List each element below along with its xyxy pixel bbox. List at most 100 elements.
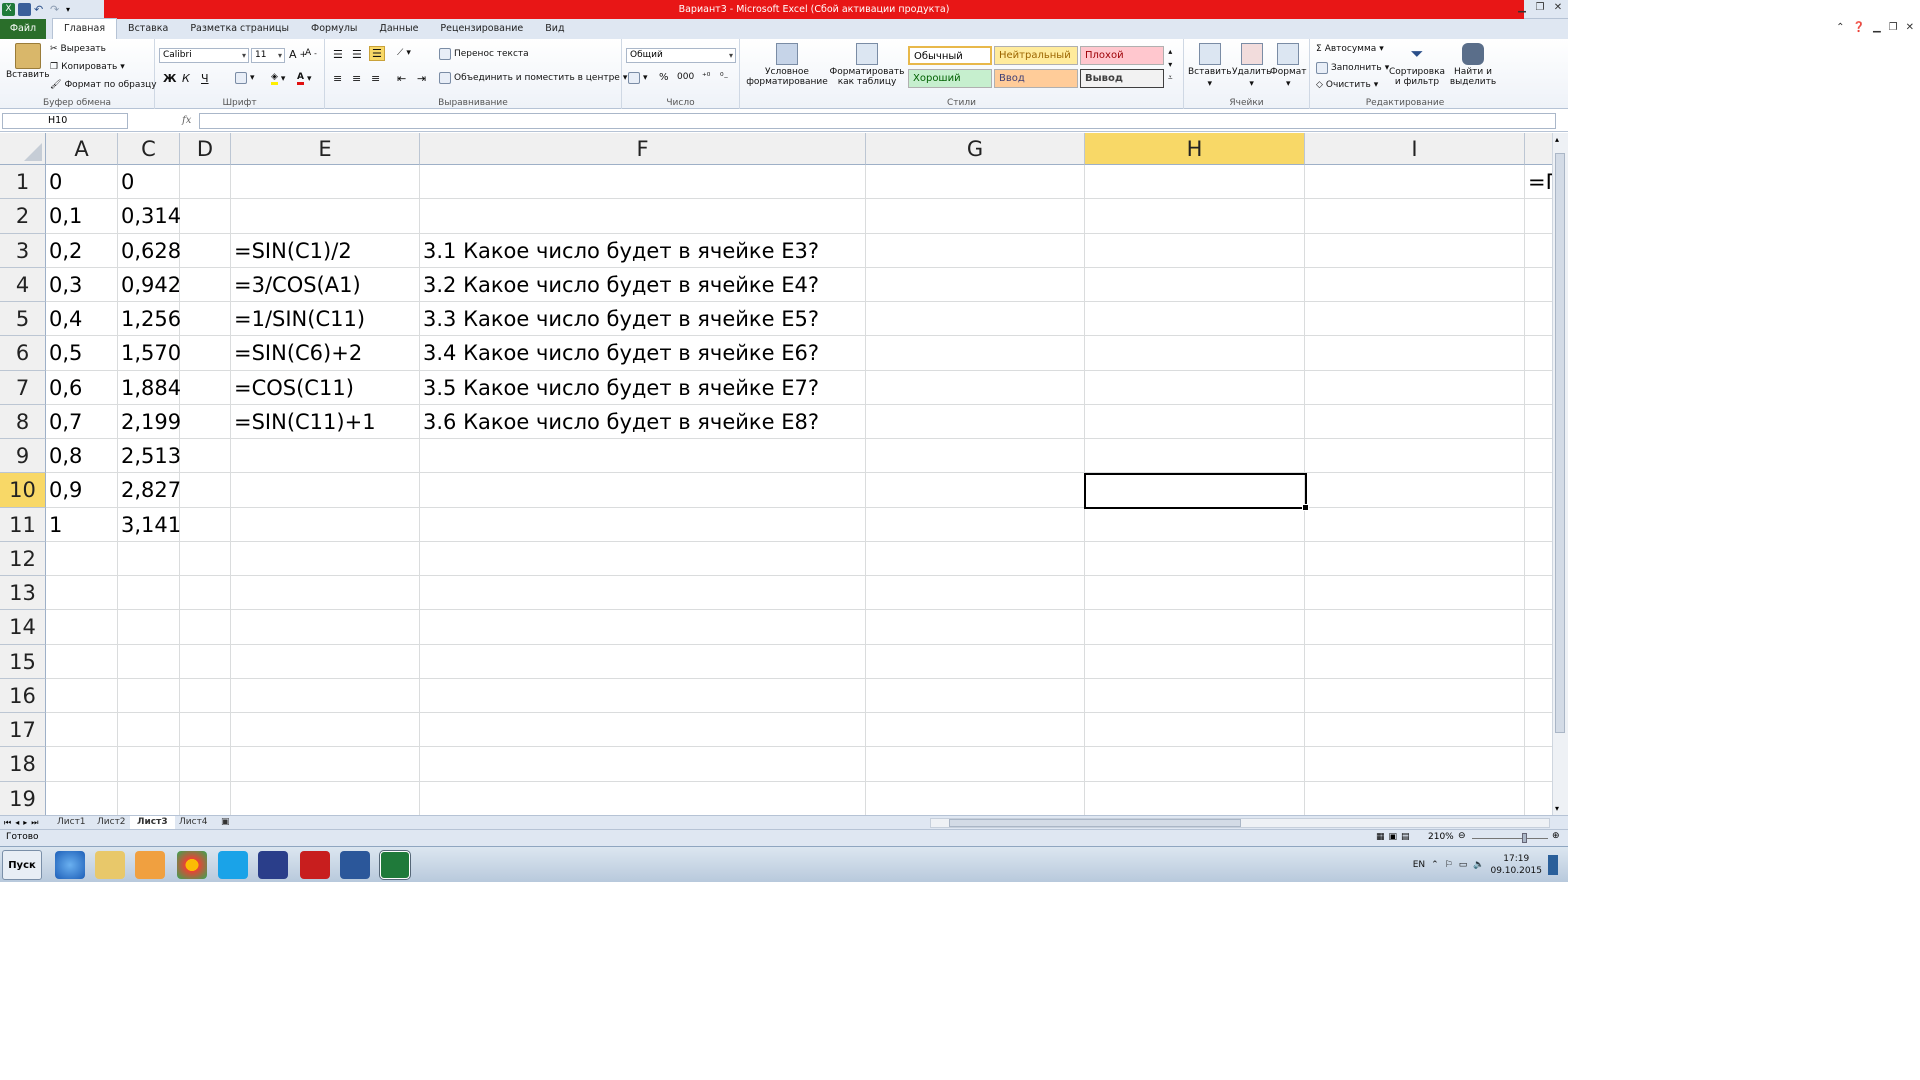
style-good[interactable]: Хороший — [908, 69, 992, 88]
cell-a9[interactable]: 0,8 — [46, 439, 82, 473]
decrease-decimal-button[interactable]: ⁰₋ — [720, 72, 728, 82]
cell-e7[interactable]: =COS(C11) — [231, 371, 354, 405]
tray-arrow-icon[interactable]: ⌃ — [1431, 860, 1439, 870]
sheet-tab-2[interactable]: Лист2 — [90, 816, 133, 829]
style-normal[interactable]: Обычный — [908, 46, 992, 65]
cell-a10[interactable]: 0,9 — [46, 473, 82, 507]
font-color-button[interactable]: A ▾ — [297, 72, 312, 85]
row-header[interactable]: 12 — [0, 541, 46, 576]
cell-c8[interactable]: 2,199 — [118, 405, 181, 439]
orientation-button[interactable]: ⟋ ▾ — [397, 48, 411, 58]
autosum-button[interactable]: Σ Автосумма ▾ — [1316, 44, 1384, 54]
column-header-i[interactable]: I — [1305, 133, 1525, 165]
delete-cells-button[interactable]: Удалить ▾ — [1232, 43, 1271, 89]
thousands-button[interactable]: 000 — [677, 72, 694, 82]
cell-f6[interactable]: 3.4 Какое число будет в ячейке E6? — [420, 336, 819, 370]
cell-a8[interactable]: 0,7 — [46, 405, 82, 439]
cell-a6[interactable]: 0,5 — [46, 336, 82, 370]
zoom-slider-thumb[interactable] — [1522, 833, 1527, 843]
cell-a3[interactable]: 0,2 — [46, 234, 82, 268]
sheet-tab-4[interactable]: Лист4 — [172, 816, 215, 829]
align-left-button[interactable]: ≡ — [333, 72, 342, 85]
tab-view[interactable]: Вид — [534, 19, 575, 39]
wrap-text-button[interactable]: Перенос текста — [439, 48, 529, 60]
language-indicator[interactable]: EN — [1413, 860, 1425, 870]
sheet-tab-1[interactable]: Лист1 — [50, 816, 93, 829]
fx-icon[interactable]: fx — [182, 113, 191, 129]
row-header[interactable]: 8 — [0, 404, 46, 439]
cell-a7[interactable]: 0,6 — [46, 371, 82, 405]
explorer-icon[interactable] — [95, 851, 125, 879]
insert-sheet-icon[interactable]: ▣ — [214, 816, 237, 829]
media-player-icon[interactable] — [135, 851, 165, 879]
styles-gallery-scroll[interactable]: ▴ ▾ ⩡ — [1168, 47, 1173, 83]
column-header-h[interactable]: H — [1085, 133, 1305, 165]
doc-minimize-icon[interactable]: ▁ — [1873, 22, 1881, 33]
cell-c5[interactable]: 1,256 — [118, 302, 181, 336]
cut-button[interactable]: ✂ Вырезать — [50, 44, 106, 54]
doc-restore-icon[interactable]: ❐ — [1889, 22, 1898, 33]
cell-c1[interactable]: 0 — [118, 165, 134, 199]
underline-button[interactable]: Ч — [201, 72, 209, 85]
cell-e6[interactable]: =SIN(C6)+2 — [231, 336, 362, 370]
cell-a11[interactable]: 1 — [46, 508, 62, 542]
excel-taskbar-icon[interactable] — [380, 851, 410, 879]
vertical-scroll-thumb[interactable] — [1555, 153, 1565, 733]
cell-c9[interactable]: 2,513 — [118, 439, 181, 473]
tab-formulas[interactable]: Формулы — [300, 19, 368, 39]
cell-e3[interactable]: =SIN(C1)/2 — [231, 234, 352, 268]
restore-icon[interactable]: ❐ — [1534, 2, 1546, 14]
column-header-g[interactable]: G — [866, 133, 1085, 165]
style-input[interactable]: Ввод — [994, 69, 1078, 88]
customize-qat-icon[interactable]: ▾ — [66, 3, 79, 16]
tab-home[interactable]: Главная — [52, 18, 118, 39]
borders-button[interactable]: ▾ — [235, 72, 255, 84]
shrink-font-button[interactable]: A- — [305, 48, 317, 58]
row-header[interactable]: 10 — [0, 473, 46, 508]
sheet-tab-3[interactable]: Лист3 — [130, 816, 175, 829]
select-all-corner[interactable] — [0, 133, 46, 165]
column-header-a[interactable]: A — [46, 133, 118, 165]
style-neutral[interactable]: Нейтральный — [994, 46, 1078, 65]
format-as-table-button[interactable]: Форматировать как таблицу — [828, 43, 906, 87]
cell-f5[interactable]: 3.3 Какое число будет в ячейке E5? — [420, 302, 819, 336]
ie-icon[interactable] — [55, 851, 85, 879]
cell-f3[interactable]: 3.1 Какое число будет в ячейке E3? — [420, 234, 819, 268]
italic-button[interactable]: К — [182, 72, 190, 85]
row-header[interactable]: 9 — [0, 439, 46, 474]
row-header[interactable]: 15 — [0, 644, 46, 679]
skype-icon[interactable] — [218, 851, 248, 879]
sheet-nav-arrows-icon[interactable]: ⏮◂▸⏭ — [4, 816, 42, 829]
align-bottom-button[interactable]: ☰ — [369, 46, 385, 61]
insert-cells-button[interactable]: Вставить ▾ — [1188, 43, 1232, 89]
zoom-in-icon[interactable]: ⊕ — [1552, 831, 1560, 841]
tab-insert[interactable]: Вставка — [117, 19, 179, 39]
paste-button[interactable]: Вставить — [6, 43, 50, 80]
sort-filter-button[interactable]: ⏷ Сортировка и фильтр — [1388, 43, 1446, 87]
fill-color-button[interactable]: ◈ ▾ — [271, 72, 285, 85]
horizontal-scrollbar[interactable] — [930, 818, 1550, 828]
undo-icon[interactable]: ↶ — [34, 3, 47, 16]
vertical-scrollbar[interactable]: ▴ ▾ — [1552, 133, 1568, 815]
row-header[interactable]: 14 — [0, 610, 46, 645]
cell-c11[interactable]: 3,141 — [118, 508, 181, 542]
zoom-slider[interactable] — [1472, 838, 1548, 839]
clear-button[interactable]: ◇ Очистить ▾ — [1316, 80, 1378, 90]
cell-a1[interactable]: 0 — [46, 165, 62, 199]
tab-page-layout[interactable]: Разметка страницы — [179, 19, 300, 39]
align-right-button[interactable]: ≡ — [371, 72, 380, 85]
show-desktop-icon[interactable] — [1548, 855, 1558, 875]
column-header-f[interactable]: F — [420, 133, 866, 165]
floppy-app-icon[interactable] — [258, 851, 288, 879]
view-buttons-icon[interactable]: ▦▣▤ — [1376, 832, 1414, 842]
cell-j1[interactable]: =Г — [1525, 165, 1552, 199]
scroll-up-icon[interactable]: ▴ — [1555, 135, 1559, 144]
row-header[interactable]: 11 — [0, 507, 46, 542]
percent-button[interactable]: % — [659, 72, 669, 83]
format-painter-button[interactable]: 🖌 Формат по образцу — [50, 80, 157, 90]
cell-c6[interactable]: 1,570 — [118, 336, 181, 370]
zoom-out-icon[interactable]: ⊖ — [1458, 831, 1466, 841]
row-header[interactable]: 7 — [0, 370, 46, 405]
row-header[interactable]: 19 — [0, 781, 46, 815]
tab-review[interactable]: Рецензирование — [429, 19, 534, 39]
